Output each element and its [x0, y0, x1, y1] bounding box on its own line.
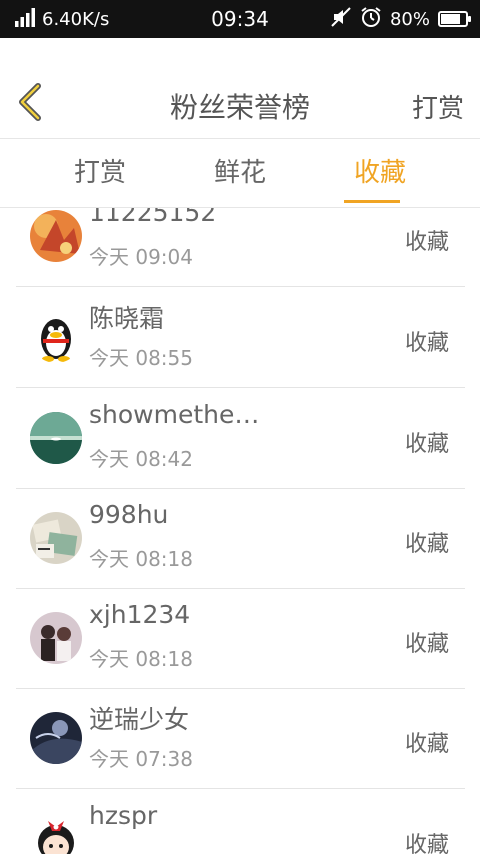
- list-item-time: 今天 07:38: [89, 747, 193, 771]
- tab-label: 收藏: [353, 158, 406, 188]
- list-item-time: 今天 09:04: [89, 245, 193, 269]
- alarm-icon: [360, 6, 382, 33]
- battery-percent: 80%: [389, 8, 430, 30]
- list-item[interactable]: xjh1234 今天 08:18 收藏: [16, 588, 465, 689]
- tab-bar: 打赏 鲜花 收藏: [0, 139, 480, 208]
- list-item-name: 陈晓霜: [89, 304, 165, 333]
- avatar: [30, 210, 82, 262]
- list-item-action: 收藏: [404, 432, 449, 457]
- list-item-action: 收藏: [404, 230, 449, 255]
- avatar: [30, 813, 82, 854]
- status-right: 80%: [330, 0, 471, 38]
- tab-tip[interactable]: 打赏: [30, 139, 170, 207]
- list-item-name: 逆瑞少女: [89, 705, 190, 734]
- list-item[interactable]: 11225152 今天 09:04 收藏: [16, 208, 465, 287]
- status-bar: 6.40K/s 09:34 80%: [0, 0, 480, 38]
- list-item-time: 今天 08:42: [89, 447, 193, 471]
- list-item-name: showmethe…: [89, 400, 260, 429]
- battery-icon: [438, 11, 471, 27]
- avatar: [30, 512, 82, 564]
- list-item-action: 收藏: [404, 632, 449, 657]
- list-item-name: xjh1234: [89, 600, 191, 629]
- tab-favorites[interactable]: 收藏: [310, 139, 450, 207]
- list-item[interactable]: 逆瑞少女 今天 07:38 收藏: [16, 688, 465, 789]
- list-item-action: 收藏: [404, 532, 449, 557]
- mute-icon: [330, 6, 352, 33]
- list-item[interactable]: 陈晓霜 今天 08:55 收藏: [16, 287, 465, 388]
- avatar: [30, 612, 82, 664]
- list-item-time: 今天 08:18: [89, 547, 193, 571]
- tab-flowers[interactable]: 鲜花: [170, 139, 310, 207]
- list-item[interactable]: hzspr 收藏: [16, 789, 465, 854]
- list-item-name: 998hu: [89, 500, 169, 529]
- active-tab-indicator: [344, 200, 400, 203]
- fan-list[interactable]: 11225152 今天 09:04 收藏 陈晓霜 今天 08:55 收藏 sho…: [0, 208, 480, 854]
- tab-label: 打赏: [73, 158, 126, 188]
- list-item-action: 收藏: [404, 833, 449, 854]
- page-title: 粉丝荣誉榜: [169, 91, 310, 124]
- list-item-name: 11225152: [89, 208, 217, 227]
- tab-label: 鲜花: [213, 158, 266, 188]
- list-item[interactable]: 998hu 今天 08:18 收藏: [16, 488, 465, 589]
- list-item-action: 收藏: [404, 331, 449, 356]
- nav-bar: 粉丝荣誉榜 打赏: [0, 38, 480, 139]
- battery-fill: [441, 14, 461, 24]
- avatar: [30, 712, 82, 764]
- tip-button[interactable]: 打赏: [412, 88, 464, 125]
- list-item-time: 今天 08:55: [89, 346, 193, 370]
- list-item-name: hzspr: [89, 801, 158, 830]
- avatar: [30, 412, 82, 464]
- list-item-time: 今天 08:18: [89, 647, 193, 671]
- list-item[interactable]: showmethe… 今天 08:42 收藏: [16, 388, 465, 489]
- avatar: [30, 311, 82, 363]
- list-item-action: 收藏: [404, 732, 449, 757]
